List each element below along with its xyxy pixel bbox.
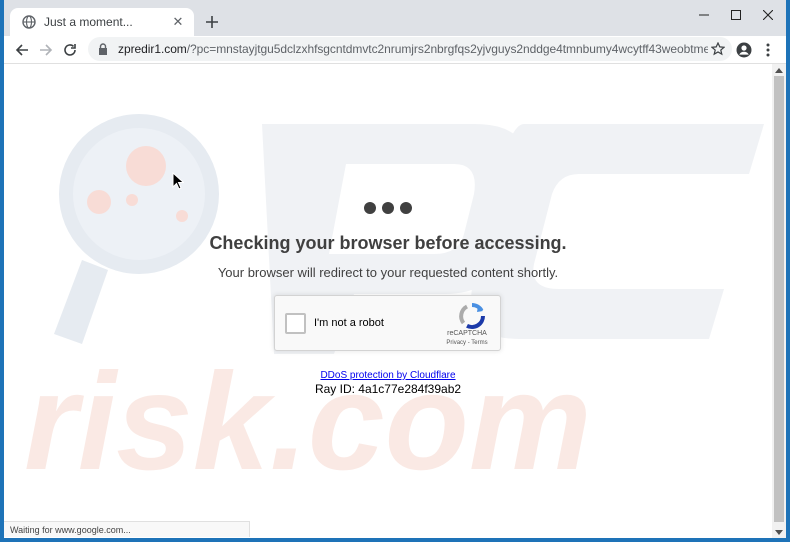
close-window-icon[interactable] <box>750 0 786 30</box>
loading-dot <box>400 202 412 214</box>
url-path: /?pc=mnstayjtgu5dclzxhfsgcntdmvtc2nrumjr… <box>186 42 708 56</box>
recaptcha-brand: reCAPTCHA <box>447 330 487 337</box>
close-icon[interactable]: ✕ <box>170 14 186 30</box>
lock-icon[interactable] <box>98 42 110 56</box>
page-content: risk.com Checking your browser before ac… <box>4 64 772 538</box>
maximize-icon[interactable] <box>718 0 754 30</box>
recaptcha-links: Privacy - Terms <box>435 340 499 346</box>
scroll-down-icon[interactable] <box>772 527 786 537</box>
terms-link[interactable]: Terms <box>471 340 487 346</box>
tab-title: Just a moment... <box>44 15 133 29</box>
status-bar: Waiting for www.google.com... <box>4 521 250 537</box>
cloudflare-link[interactable]: DDoS protection by Cloudflare <box>320 370 455 381</box>
globe-icon <box>22 15 36 29</box>
recaptcha-label[interactable]: I'm not a robot <box>314 317 384 329</box>
browser-window: Just a moment... ✕ zpredir1.com/?pc=mnst… <box>0 0 790 542</box>
kebab-menu-icon[interactable] <box>756 38 780 62</box>
forward-arrow-icon[interactable] <box>34 38 58 62</box>
vertical-scrollbar[interactable] <box>772 64 786 538</box>
ray-id: Ray ID: 4a1c77e284f39ab2 <box>314 382 462 396</box>
back-arrow-icon[interactable] <box>10 38 34 62</box>
reload-icon[interactable] <box>58 38 82 62</box>
loading-dot <box>364 202 376 214</box>
recaptcha-widget: I'm not a robot reCAPTCHA Privacy - Term… <box>274 295 501 351</box>
url-text[interactable]: zpredir1.com/?pc=mnstayjtgu5dclzxhfsgcnt… <box>118 42 708 56</box>
star-icon[interactable] <box>708 39 728 59</box>
tab-active[interactable]: Just a moment... ✕ <box>10 8 194 36</box>
loading-dots <box>4 201 772 219</box>
plus-icon[interactable] <box>200 10 224 34</box>
profile-icon[interactable] <box>732 38 756 62</box>
scroll-up-icon[interactable] <box>772 65 786 75</box>
tab-strip: Just a moment... ✕ <box>4 0 786 36</box>
browser-toolbar: zpredir1.com/?pc=mnstayjtgu5dclzxhfsgcnt… <box>4 36 786 64</box>
page-heading: Checking your browser before accessing. <box>209 233 567 253</box>
scrollbar-thumb[interactable] <box>774 76 784 522</box>
minimize-icon[interactable] <box>686 0 722 30</box>
address-bar[interactable]: zpredir1.com/?pc=mnstayjtgu5dclzxhfsgcnt… <box>88 37 732 61</box>
watermark-text: risk.com <box>24 345 592 499</box>
recaptcha-logo-icon <box>459 302 485 329</box>
mouse-cursor-icon <box>172 172 184 190</box>
cloudflare-link-row: DDoS protection by Cloudflare <box>4 370 772 381</box>
privacy-link[interactable]: Privacy <box>446 340 466 346</box>
url-host: zpredir1.com <box>118 42 187 56</box>
loading-dot <box>382 202 394 214</box>
recaptcha-checkbox[interactable] <box>285 313 306 334</box>
page-subtext: Your browser will redirect to your reque… <box>217 265 559 280</box>
